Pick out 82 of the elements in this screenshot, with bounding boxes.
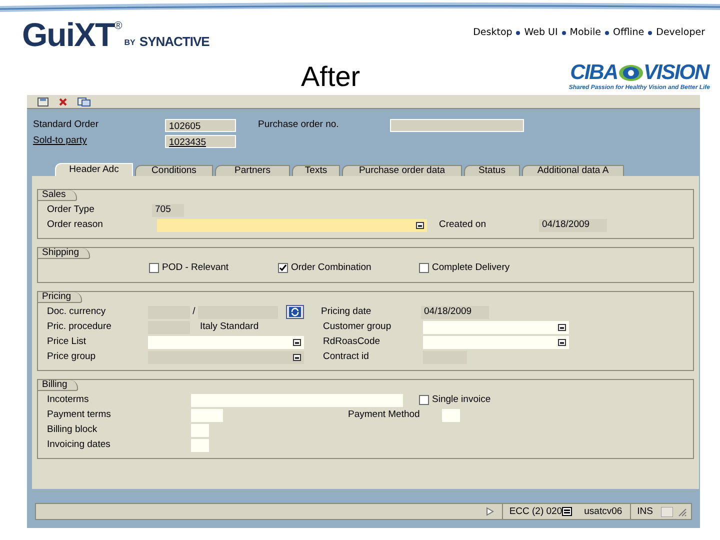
partner-logo-text: VISION bbox=[644, 62, 709, 84]
brand-by: BY bbox=[124, 37, 136, 49]
display-field: 04/18/2009 bbox=[421, 306, 489, 318]
field-label: Customer group bbox=[323, 321, 392, 333]
dropdown-icon[interactable] bbox=[558, 338, 566, 346]
field-text: Italy Standard bbox=[200, 321, 260, 333]
field-label: Payment terms bbox=[47, 409, 112, 421]
display-field: 1023435 bbox=[165, 134, 236, 148]
dropdown-icon[interactable] bbox=[293, 354, 301, 360]
dropdown-icon[interactable] bbox=[416, 222, 424, 228]
field-label: Price group bbox=[47, 351, 97, 363]
checkbox-label: Order Combination bbox=[291, 262, 372, 274]
dropdown-icon[interactable] bbox=[558, 324, 566, 330]
input-field[interactable] bbox=[423, 320, 569, 334]
nav-link[interactable]: Desktop bbox=[473, 26, 512, 40]
window-icon[interactable] bbox=[77, 96, 91, 106]
tab[interactable]: Texts bbox=[292, 165, 340, 176]
field-label: RdRoasCode bbox=[323, 336, 382, 348]
brand-logo: GuiXT bbox=[22, 18, 114, 51]
input-field[interactable] bbox=[157, 218, 427, 232]
checkbox-label: Complete Delivery bbox=[432, 262, 510, 274]
checkbox[interactable] bbox=[149, 263, 159, 273]
display-field: 04/18/2009 bbox=[539, 218, 607, 232]
tab[interactable]: Partners bbox=[215, 165, 290, 176]
display-field: 102605 bbox=[165, 118, 236, 132]
field-label: Doc. currency bbox=[47, 306, 107, 318]
nav-link[interactable]: Developer bbox=[656, 26, 705, 40]
field-label: Invoicing dates bbox=[47, 439, 112, 451]
user-name: usatcv06 bbox=[584, 505, 624, 519]
section-title: Pricing bbox=[38, 292, 82, 303]
nav-link[interactable]: Web UI bbox=[524, 26, 558, 40]
section-title: Sales bbox=[38, 190, 77, 201]
field-label: Order Type bbox=[47, 204, 96, 216]
slide-title: After bbox=[301, 62, 360, 92]
input-field[interactable] bbox=[148, 336, 304, 348]
field-label: Purchase order no. bbox=[258, 118, 340, 132]
partner-logo-text: CIBA bbox=[570, 62, 618, 84]
input-field[interactable] bbox=[442, 408, 460, 422]
field-text: / bbox=[192, 306, 196, 318]
field-label: Pric. procedure bbox=[47, 321, 112, 333]
checkbox-label: Single invoice bbox=[432, 394, 491, 406]
input-field[interactable] bbox=[423, 336, 569, 348]
refresh-button[interactable] bbox=[286, 305, 304, 319]
refresh-icon bbox=[289, 307, 301, 317]
display-field: 705 bbox=[152, 204, 184, 216]
field-label: Order reason bbox=[47, 219, 104, 231]
nav-link[interactable]: Offline bbox=[612, 26, 644, 40]
list-icon[interactable] bbox=[562, 507, 572, 516]
field-label: Created on bbox=[439, 219, 488, 231]
eye-icon bbox=[618, 63, 644, 83]
resize-grip-icon[interactable] bbox=[677, 506, 687, 516]
dropdown-icon[interactable] bbox=[293, 338, 301, 346]
checkbox[interactable] bbox=[419, 263, 429, 273]
field-label: Incoterms bbox=[47, 394, 90, 406]
cancel-icon[interactable] bbox=[59, 98, 67, 106]
save-icon[interactable] bbox=[37, 96, 49, 106]
tab[interactable]: Conditions bbox=[135, 165, 213, 176]
input-field[interactable] bbox=[191, 408, 223, 422]
input-field[interactable] bbox=[191, 394, 403, 406]
input-field[interactable] bbox=[191, 438, 209, 452]
tab[interactable]: Header Adc bbox=[55, 163, 133, 176]
display-field bbox=[423, 350, 467, 364]
field-label: Billing block bbox=[47, 424, 98, 436]
field-link[interactable]: Sold-to party bbox=[33, 134, 165, 148]
tab[interactable]: Status bbox=[464, 165, 520, 176]
registered-mark: ® bbox=[114, 19, 122, 32]
checkbox-label: POD - Relevant bbox=[162, 262, 229, 274]
input-field[interactable] bbox=[191, 424, 209, 436]
tab[interactable]: Purchase order data bbox=[342, 165, 462, 176]
section-title: Billing bbox=[38, 380, 78, 391]
checkbox[interactable] bbox=[419, 395, 429, 405]
brand-company: SYNACTIVE bbox=[139, 32, 210, 50]
tab[interactable]: Additional data A bbox=[522, 165, 624, 176]
play-icon[interactable] bbox=[486, 507, 494, 516]
field-label: Price List bbox=[47, 336, 88, 348]
field-label: Standard Order bbox=[33, 118, 100, 132]
field-label: Contract id bbox=[323, 351, 370, 363]
field-label: Payment Method bbox=[348, 409, 421, 421]
checkbox[interactable] bbox=[278, 263, 288, 273]
field-label: Pricing date bbox=[321, 306, 372, 318]
section-title: Shipping bbox=[38, 248, 90, 259]
nav-link[interactable]: Mobile bbox=[570, 26, 601, 40]
